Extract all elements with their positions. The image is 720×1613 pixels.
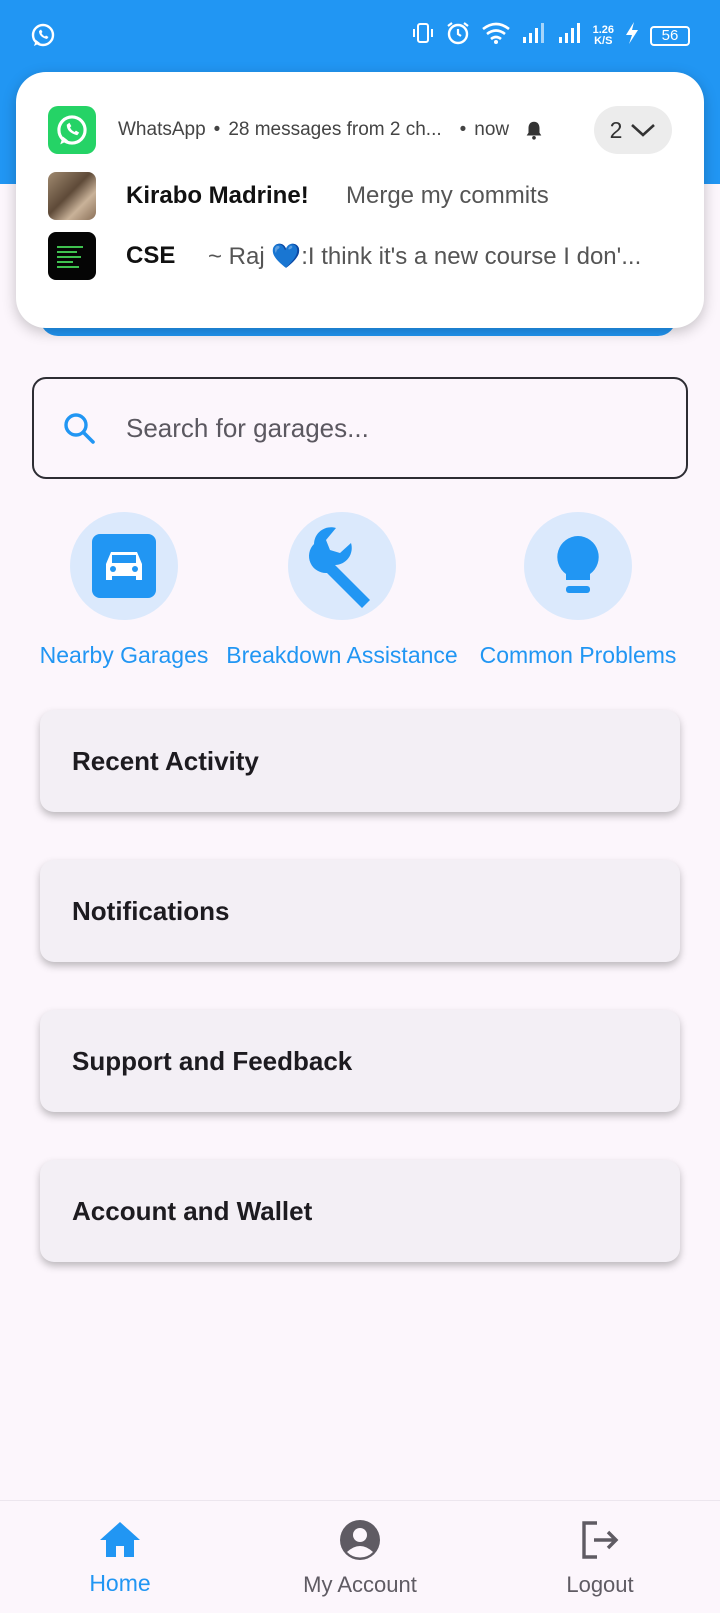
quick-action-label: Nearby Garages <box>39 642 209 668</box>
nav-item-home[interactable]: Home <box>40 1519 200 1597</box>
wifi-icon <box>481 21 511 50</box>
battery-indicator: 56 <box>650 25 690 46</box>
logout-icon <box>579 1521 621 1565</box>
signal-icon-2 <box>557 21 583 50</box>
quick-action-nearby-garages[interactable]: Nearby Garages <box>35 512 213 669</box>
notification-count: 2 <box>609 116 623 143</box>
message-text: Merge my commits <box>346 182 549 209</box>
bottom-navigation: Home My Account Logout <box>0 1500 720 1613</box>
card-notifications[interactable]: Notifications <box>40 860 680 962</box>
nav-item-logout[interactable]: Logout <box>520 1519 680 1598</box>
notification-time: now <box>474 119 510 140</box>
notification-header: WhatsApp • 28 messages from 2 ch... • no… <box>48 106 672 154</box>
expand-notification-button[interactable]: 2 <box>594 106 672 154</box>
account-circle-icon <box>339 1520 381 1565</box>
notification-message[interactable]: Kirabo Madrine! Merge my commits <box>48 172 672 220</box>
quick-action-breakdown-assistance[interactable]: Breakdown Assistance <box>216 512 468 669</box>
alarm-icon <box>445 20 471 51</box>
avatar <box>48 172 96 220</box>
search-icon <box>62 411 96 445</box>
quick-action-label: Breakdown Assistance <box>226 642 458 668</box>
status-bar: 1.26 K/S 56 <box>0 0 720 72</box>
search-field[interactable] <box>32 377 688 479</box>
signal-icon <box>521 21 547 50</box>
chevron-down-icon <box>630 117 656 144</box>
quick-action-label: Common Problems <box>479 642 677 668</box>
card-support-feedback[interactable]: Support and Feedback <box>40 1010 680 1112</box>
nav-label: My Account <box>303 1572 417 1597</box>
card-recent-activity[interactable]: Recent Activity <box>40 710 680 812</box>
whatsapp-status-icon <box>30 22 56 53</box>
bell-icon <box>523 119 545 141</box>
nav-item-my-account[interactable]: My Account <box>280 1519 440 1598</box>
notification-summary: 28 messages from 2 ch... <box>228 119 442 140</box>
message-sender: Kirabo Madrine! <box>126 182 309 209</box>
card-account-wallet[interactable]: Account and Wallet <box>40 1160 680 1262</box>
search-input[interactable] <box>124 411 668 445</box>
car-icon <box>70 512 178 620</box>
charging-icon <box>624 21 640 50</box>
card-title: Notifications <box>72 895 230 926</box>
message-sender: CSE <box>126 242 176 269</box>
whatsapp-notification[interactable]: WhatsApp • 28 messages from 2 ch... • no… <box>16 72 704 328</box>
whatsapp-icon <box>48 106 96 154</box>
avatar <box>48 232 96 280</box>
message-text: ~ Raj 💙:I think it's a new course I don'… <box>208 242 642 270</box>
nav-label: Logout <box>566 1572 634 1597</box>
card-title: Account and Wallet <box>72 1195 313 1226</box>
card-title: Support and Feedback <box>72 1045 353 1076</box>
quick-action-common-problems[interactable]: Common Problems <box>470 512 686 669</box>
card-title: Recent Activity <box>72 745 259 776</box>
nav-label: Home <box>89 1570 151 1596</box>
vibrate-icon <box>411 21 435 50</box>
wrench-icon <box>288 512 396 620</box>
network-speed: 1.26 K/S <box>592 23 614 47</box>
notification-message[interactable]: CSE ~ Raj 💙:I think it's a new course I … <box>48 232 672 280</box>
home-icon <box>98 1522 142 1563</box>
notification-app-name: WhatsApp <box>118 119 206 140</box>
lightbulb-icon <box>524 512 632 620</box>
